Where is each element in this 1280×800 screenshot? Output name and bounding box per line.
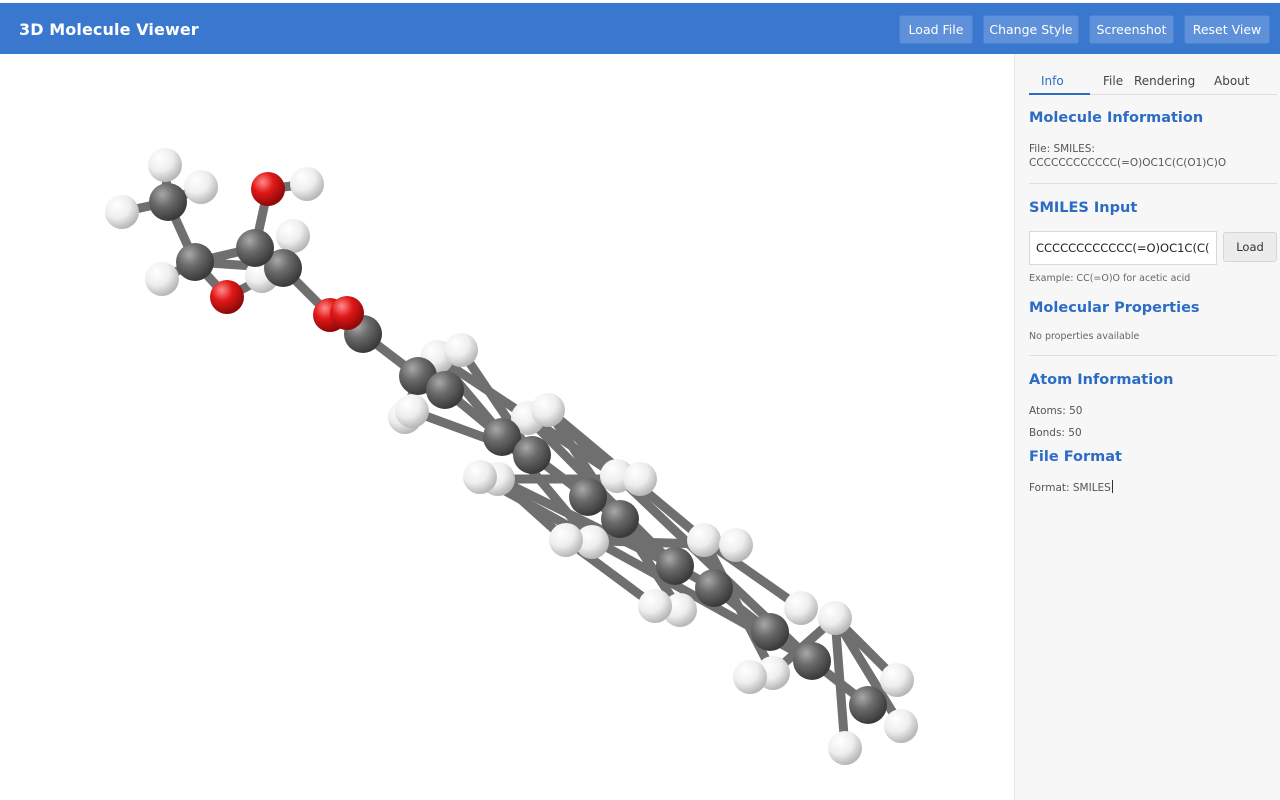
file-format-title: File Format <box>1029 449 1122 465</box>
bond-count: Bonds: 50 <box>1029 427 1082 439</box>
carbon-atom <box>236 229 274 267</box>
tab-bar: Info File Rendering About <box>1029 68 1277 95</box>
carbon-atom <box>569 478 607 516</box>
hydrogen-atom <box>105 195 139 229</box>
load-smiles-button[interactable]: Load <box>1223 232 1277 262</box>
tab-file[interactable]: File <box>1103 74 1123 88</box>
hydrogen-atom <box>638 589 672 623</box>
app-title: 3D Molecule Viewer <box>19 20 199 39</box>
hydrogen-atom <box>828 731 862 765</box>
reset-view-button[interactable]: Reset View <box>1184 15 1270 44</box>
hydrogen-atom <box>884 709 918 743</box>
oxygen-atom <box>210 280 244 314</box>
hydrogen-atom <box>623 462 657 496</box>
smiles-input[interactable] <box>1029 231 1217 265</box>
properties-text: No properties available <box>1029 331 1140 342</box>
smiles-example: Example: CC(=O)O for acetic acid <box>1029 273 1191 284</box>
file-smiles: CCCCCCCCCCCC(=O)OC1C(C(O1)C)O <box>1029 157 1227 169</box>
hydrogen-atom <box>145 262 179 296</box>
hydrogen-atom <box>148 148 182 182</box>
divider <box>1029 355 1277 356</box>
hydrogen-atom <box>276 219 310 253</box>
smiles-input-title: SMILES Input <box>1029 200 1138 216</box>
hydrogen-atom <box>531 393 565 427</box>
hydrogen-atom <box>463 460 497 494</box>
tab-rendering[interactable]: Rendering <box>1134 74 1195 88</box>
hydrogen-atom <box>784 591 818 625</box>
hydrogen-atom <box>687 523 721 557</box>
carbon-atom <box>656 547 694 585</box>
hydrogen-atom <box>880 663 914 697</box>
active-tab-indicator <box>1029 93 1090 95</box>
hydrogen-atom <box>184 170 218 204</box>
file-format-text: Format: SMILES <box>1029 480 1113 495</box>
carbon-atom <box>793 642 831 680</box>
hydrogen-atom <box>290 167 324 201</box>
oxygen-atom <box>330 296 364 330</box>
carbon-atom <box>849 686 887 724</box>
info-panel: Info File Rendering About Molecule Infor… <box>1014 54 1280 800</box>
change-style-button[interactable]: Change Style <box>983 15 1079 44</box>
atom-count: Atoms: 50 <box>1029 405 1083 417</box>
molecule-3d-render[interactable] <box>0 54 1014 800</box>
tab-info[interactable]: Info <box>1041 74 1064 88</box>
file-label: File: SMILES: <box>1029 143 1095 155</box>
carbon-atom <box>149 183 187 221</box>
molecular-properties-title: Molecular Properties <box>1029 300 1200 316</box>
oxygen-atom <box>251 172 285 206</box>
hydrogen-atom <box>549 523 583 557</box>
file-format-value: Format: SMILES <box>1029 482 1111 494</box>
molecule-viewport[interactable] <box>0 54 1014 800</box>
screenshot-button[interactable]: Screenshot <box>1089 15 1174 44</box>
divider <box>1029 183 1277 184</box>
text-caret <box>1111 480 1113 493</box>
atoms-layer <box>105 148 918 765</box>
hydrogen-atom <box>395 394 429 428</box>
carbon-atom <box>751 613 789 651</box>
carbon-atom <box>601 500 639 538</box>
hydrogen-atom <box>733 660 767 694</box>
hydrogen-atom <box>818 601 852 635</box>
tab-about[interactable]: About <box>1214 74 1249 88</box>
atom-info-title: Atom Information <box>1029 372 1174 388</box>
load-file-button[interactable]: Load File <box>899 15 973 44</box>
carbon-atom <box>176 243 214 281</box>
hydrogen-atom <box>444 333 478 367</box>
hydrogen-atom <box>719 528 753 562</box>
molecule-info-title: Molecule Information <box>1029 110 1204 126</box>
carbon-atom <box>513 436 551 474</box>
carbon-atom <box>426 371 464 409</box>
app-header: 3D Molecule Viewer Load File Change Styl… <box>0 3 1280 54</box>
carbon-atom <box>695 569 733 607</box>
